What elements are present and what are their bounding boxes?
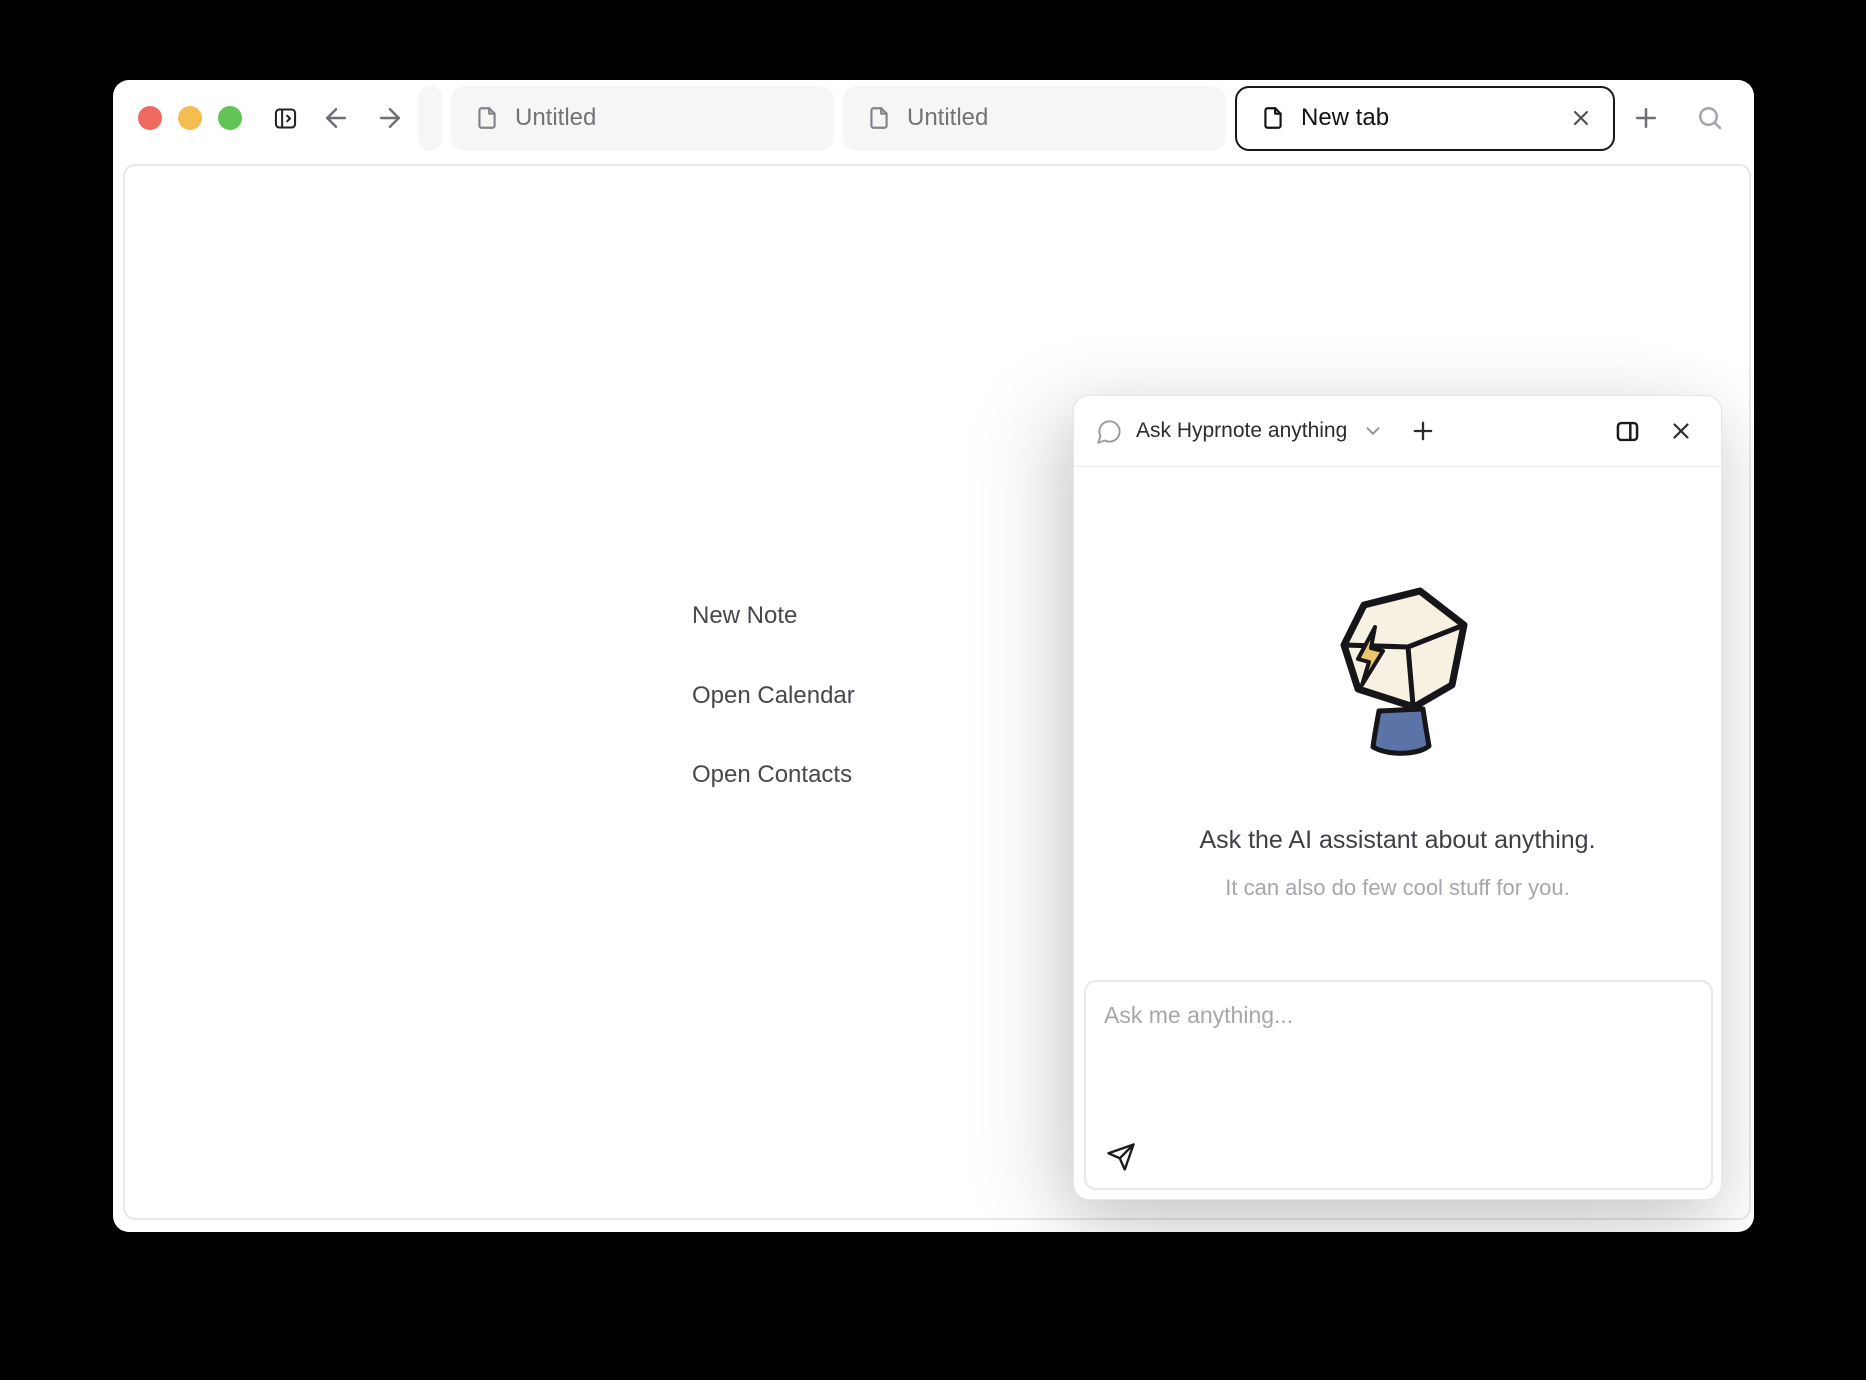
close-window-button[interactable] bbox=[138, 106, 162, 130]
chat-input-container bbox=[1084, 980, 1713, 1190]
sidebar-toggle-button[interactable] bbox=[272, 105, 299, 132]
assistant-panel-header: Ask Hyprnote anything bbox=[1074, 396, 1721, 467]
tab-close-button[interactable] bbox=[1569, 106, 1593, 130]
document-icon bbox=[866, 105, 892, 131]
search-button[interactable] bbox=[1695, 103, 1725, 133]
open-calendar-link[interactable]: Open Calendar bbox=[692, 681, 855, 711]
chat-bubble-icon bbox=[1096, 418, 1123, 445]
tab-label: Untitled bbox=[515, 104, 596, 132]
new-chat-button[interactable] bbox=[1409, 417, 1437, 445]
split-panel-button[interactable] bbox=[1614, 418, 1641, 445]
new-note-link[interactable]: New Note bbox=[692, 601, 797, 631]
new-chat-plus-icon bbox=[1409, 417, 1437, 445]
document-icon bbox=[474, 105, 500, 131]
tab-untitled-1[interactable]: Untitled bbox=[451, 86, 834, 151]
tab-label: Untitled bbox=[907, 104, 988, 132]
tab-new-tab-active[interactable]: New tab bbox=[1235, 86, 1615, 151]
close-icon bbox=[1668, 418, 1694, 444]
assistant-headline: Ask the AI assistant about anything. bbox=[1074, 824, 1721, 856]
tab-label: New tab bbox=[1301, 104, 1389, 132]
send-button[interactable] bbox=[1106, 1142, 1136, 1172]
minimize-window-button[interactable] bbox=[178, 106, 202, 130]
forward-arrow-icon bbox=[375, 103, 405, 133]
new-tab-plus-icon bbox=[1631, 103, 1661, 133]
ai-assistant-panel: Ask Hyprnote anything bbox=[1073, 395, 1722, 1200]
assistant-panel-title: Ask Hyprnote anything bbox=[1136, 419, 1347, 443]
split-panel-icon bbox=[1614, 418, 1641, 445]
document-icon bbox=[1260, 105, 1286, 131]
titlebar: Untitled Untitled New tab bbox=[113, 80, 1754, 156]
new-tab-button[interactable] bbox=[1631, 103, 1661, 133]
tab-untitled-2[interactable]: Untitled bbox=[843, 86, 1226, 151]
open-contacts-link[interactable]: Open Contacts bbox=[692, 760, 852, 790]
app-window: Untitled Untitled New tab bbox=[113, 80, 1754, 1232]
assistant-title-dropdown[interactable]: Ask Hyprnote anything bbox=[1096, 418, 1384, 445]
close-icon bbox=[1569, 106, 1593, 130]
chat-input[interactable] bbox=[1086, 982, 1711, 1122]
send-icon bbox=[1106, 1142, 1136, 1172]
hyprnote-mascot bbox=[1323, 585, 1473, 757]
zoom-window-button[interactable] bbox=[218, 106, 242, 130]
assistant-close-button[interactable] bbox=[1668, 418, 1694, 444]
back-button[interactable] bbox=[321, 103, 351, 133]
tab-strip-handle bbox=[418, 86, 442, 151]
chevron-down-icon bbox=[1362, 420, 1384, 442]
sidebar-toggle-icon bbox=[272, 105, 299, 132]
assistant-empty-state: Ask the AI assistant about anything. It … bbox=[1074, 467, 1721, 902]
assistant-subtext: It can also do few cool stuff for you. bbox=[1074, 874, 1721, 902]
search-icon bbox=[1695, 103, 1725, 133]
back-arrow-icon bbox=[321, 103, 351, 133]
traffic-lights bbox=[138, 106, 242, 130]
forward-button[interactable] bbox=[375, 103, 405, 133]
main-content-area: New Note Open Calendar Open Contacts Ask… bbox=[123, 164, 1751, 1220]
